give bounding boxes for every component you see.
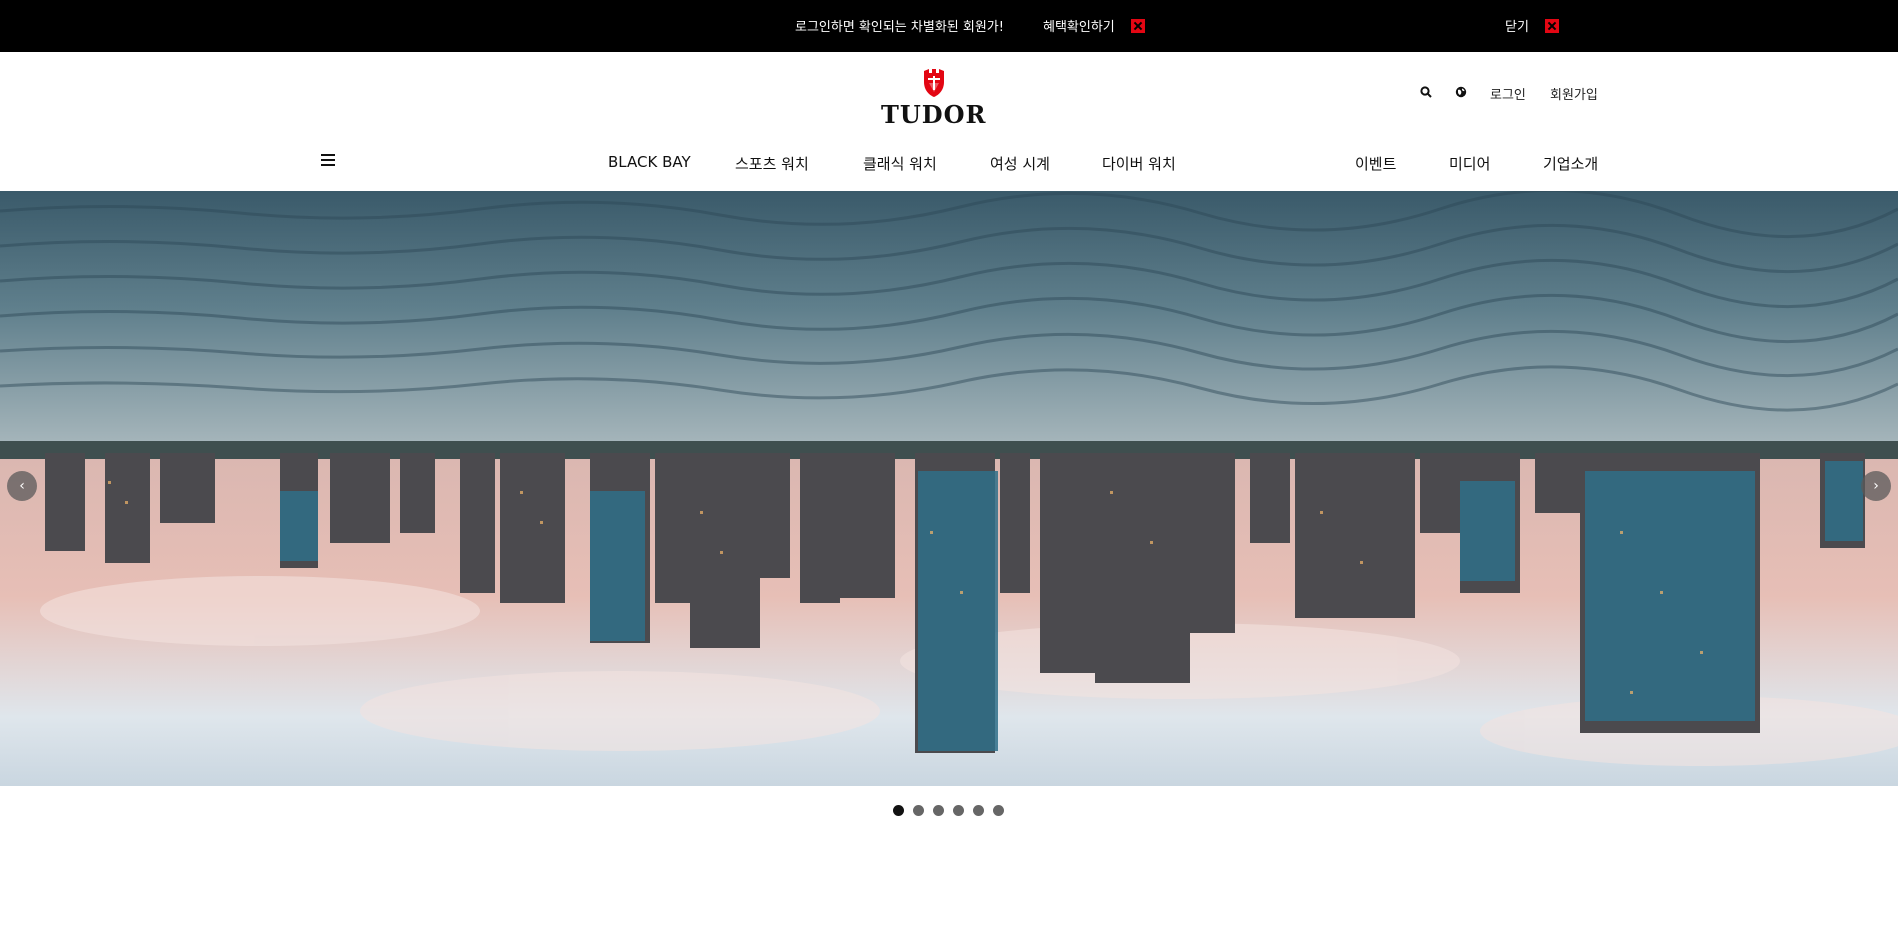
carousel-dot-2[interactable] <box>913 805 924 816</box>
carousel-prev-button[interactable]: ‹ <box>7 471 37 501</box>
carousel-dot-1[interactable] <box>893 805 904 816</box>
carousel-dot-5[interactable] <box>973 805 984 816</box>
promo-message: 로그인하면 확인되는 차별화된 회원가! <box>795 20 1004 35</box>
carousel-dot-3[interactable] <box>933 805 944 816</box>
login-link[interactable]: 로그인 <box>1490 84 1526 103</box>
nav-item-media[interactable]: 미디어 <box>1449 153 1490 174</box>
hero-cityscape-image <box>0 191 1898 786</box>
nav-item-events[interactable]: 이벤트 <box>1355 153 1396 174</box>
nav-item-diver-watch[interactable]: 다이버 워치 <box>1102 153 1176 174</box>
globe-icon[interactable] <box>1455 86 1467 102</box>
nav-item-black-bay[interactable]: BLACK BAY <box>608 153 691 171</box>
nav-item-classic-watch[interactable]: 클래식 워치 <box>863 153 937 174</box>
benefit-close-icon[interactable] <box>1131 19 1145 33</box>
promo-close-icon[interactable] <box>1545 19 1559 33</box>
carousel-dot-4[interactable] <box>953 805 964 816</box>
shield-logo-icon <box>923 69 944 97</box>
nav-item-about[interactable]: 기업소개 <box>1543 153 1598 174</box>
site-header: TUDOR 로그인 회원가입 BLACK BAY 스포츠 워치 클래식 워치 여… <box>0 52 1898 191</box>
promo-close-link[interactable]: 닫기 <box>1505 16 1529 35</box>
nav-item-womens-watch[interactable]: 여성 시계 <box>990 153 1050 174</box>
logo-wordmark: TUDOR <box>881 100 987 129</box>
search-icon[interactable] <box>1420 86 1432 102</box>
carousel-dot-6[interactable] <box>993 805 1004 816</box>
menu-icon[interactable] <box>321 154 335 166</box>
join-link[interactable]: 회원가입 <box>1550 84 1598 103</box>
carousel-next-button[interactable]: › <box>1861 471 1891 501</box>
promo-bar: 로그인하면 확인되는 차별화된 회원가! 혜택확인하기 닫기 <box>0 0 1898 52</box>
nav-item-sports-watch[interactable]: 스포츠 워치 <box>735 153 809 174</box>
benefit-check-link[interactable]: 혜택확인하기 <box>1043 16 1115 35</box>
tudor-logo[interactable]: TUDOR <box>881 68 986 132</box>
hero-banner[interactable]: ‹ › <box>0 191 1898 786</box>
